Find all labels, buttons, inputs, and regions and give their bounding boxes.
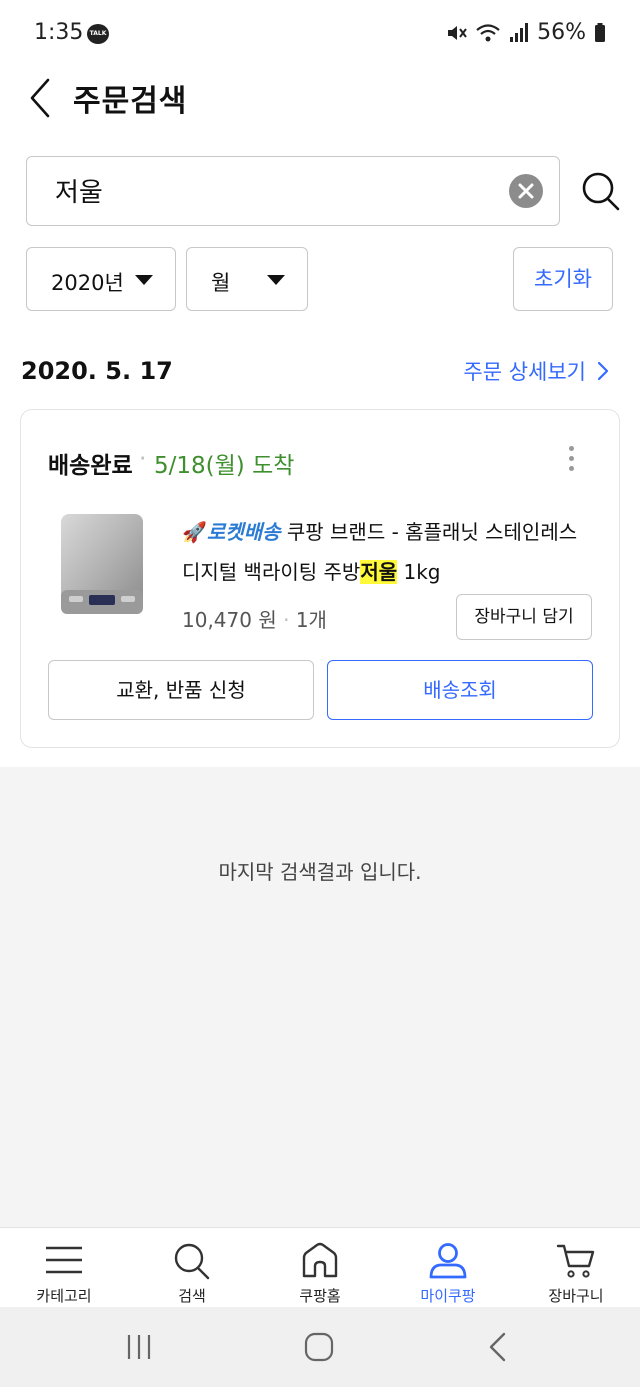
product-name-part1: 쿠팡 브랜드 - 홈플래닛 스테인레스 (286, 520, 578, 544)
product-name-line2[interactable]: 디지털 백라이팅 주방저울 1kg (182, 556, 441, 585)
product-image[interactable] (59, 510, 145, 620)
product-name-part3: 1kg (397, 560, 441, 584)
month-select-label: 월 (211, 271, 231, 295)
nav-item-cart[interactable]: 장바구니 (512, 1228, 640, 1308)
year-select-label: 2020년 (51, 271, 124, 295)
back-arrow-icon[interactable] (26, 76, 56, 120)
mute-icon (448, 25, 467, 40)
rocket-delivery-label: 로켓배송 (206, 520, 281, 544)
home-icon (302, 1242, 338, 1278)
caret-down-icon (135, 275, 153, 285)
search-input[interactable] (55, 175, 495, 205)
track-delivery-button[interactable]: 배송조회 (327, 660, 593, 720)
header: 주문검색 (0, 70, 640, 130)
system-nav-bar (0, 1307, 640, 1387)
clear-icon[interactable] (509, 174, 543, 208)
nav-label: 카테고리 (36, 1287, 92, 1305)
recent-apps-icon[interactable] (124, 1332, 154, 1362)
return-exchange-button[interactable]: 교환, 반품 신청 (48, 660, 314, 720)
menu-icon (46, 1246, 82, 1274)
quantity-separator: · (283, 608, 290, 632)
product-quantity: 1개 (295, 608, 327, 632)
product-name-part2: 디지털 백라이팅 주방 (182, 560, 361, 584)
more-options-icon[interactable] (567, 446, 575, 474)
search-icon[interactable] (580, 170, 620, 212)
order-card: 배송완료 · 5/18(월) 도착 🚀로켓배송 쿠팡 브랜드 - 홈플래닛 스테… (20, 409, 620, 748)
reset-button[interactable]: 초기화 (513, 247, 613, 311)
price-line: 10,470 원 · 1개 (182, 604, 327, 633)
caret-down-icon (267, 275, 285, 285)
search-highlight: 저울 (360, 560, 398, 584)
signal-icon (510, 22, 529, 42)
nav-item-mycoupang[interactable]: 마이쿠팡 (384, 1228, 512, 1308)
wifi-icon (476, 23, 500, 41)
page-title: 주문검색 (73, 84, 188, 119)
add-to-cart-button[interactable]: 장바구니 담기 (456, 594, 592, 640)
nav-item-category[interactable]: 카테고리 (0, 1228, 128, 1308)
nav-item-home[interactable]: 쿠팡홈 (256, 1228, 384, 1308)
arrival-date: 5/18(월) 도착 (154, 453, 295, 479)
order-detail-label: 주문 상세보기 (463, 360, 586, 384)
product-name-line1[interactable]: 🚀로켓배송 쿠팡 브랜드 - 홈플래닛 스테인레스 (182, 516, 577, 545)
year-select[interactable]: 2020년 (26, 247, 176, 311)
order-date: 2020. 5. 17 (21, 357, 173, 385)
search-icon (174, 1243, 210, 1280)
end-of-results-text: 마지막 검색결과 입니다. (218, 860, 422, 884)
status-time: 1:35 (34, 20, 84, 45)
bottom-nav: 카테고리 검색 쿠팡홈 마이쿠팡 장바구니 (0, 1227, 640, 1307)
nav-label: 쿠팡홈 (299, 1287, 341, 1305)
nav-label: 마이쿠팡 (420, 1287, 476, 1305)
battery-percent: 56% (537, 20, 586, 45)
nav-label: 검색 (178, 1287, 206, 1305)
cart-icon (556, 1244, 595, 1278)
search-box[interactable] (26, 156, 560, 226)
user-icon (429, 1243, 467, 1279)
rocket-icon: 🚀 (182, 520, 207, 544)
month-select[interactable]: 월 (186, 247, 308, 311)
status-bar: 1:35 TALK 56% (0, 0, 640, 70)
product-price: 10,470 원 (182, 608, 277, 632)
kakaotalk-icon: TALK (87, 24, 109, 44)
system-back-icon[interactable] (486, 1331, 510, 1363)
status-icons: 56% (445, 20, 606, 45)
status-separator: · (139, 446, 147, 472)
nav-label: 장바구니 (548, 1287, 604, 1305)
nav-item-search[interactable]: 검색 (128, 1228, 256, 1308)
order-detail-link[interactable]: 주문 상세보기 (463, 356, 610, 386)
chevron-right-icon (597, 361, 609, 381)
results-footer: 마지막 검색결과 입니다. (0, 767, 640, 1227)
battery-icon (595, 22, 605, 42)
delivery-status: 배송완료 (48, 453, 133, 479)
home-button-icon[interactable] (303, 1331, 335, 1363)
